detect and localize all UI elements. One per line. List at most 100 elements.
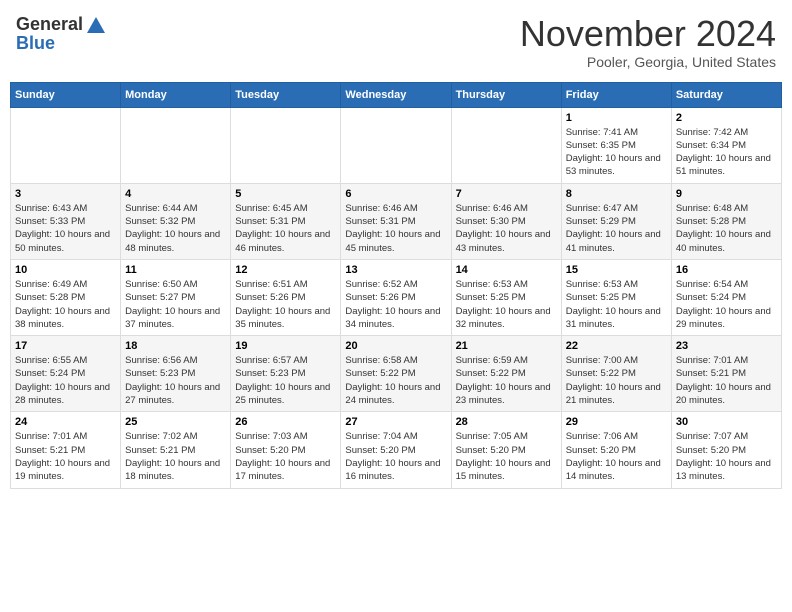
day-number: 2 (676, 112, 777, 124)
logo: General Blue (16, 14, 107, 54)
day-info: Sunrise: 6:54 AM Sunset: 5:24 PM Dayligh… (676, 278, 777, 331)
calendar-day-cell: 15 Sunrise: 6:53 AM Sunset: 5:25 PM Dayli… (561, 259, 671, 335)
calendar-day-cell: 11Sunrise: 6:50 AM Sunset: 5:27 PM Dayli… (121, 259, 231, 335)
day-number: 20 (345, 340, 446, 352)
day-info: Sunrise: 6:47 AM Sunset: 5:29 PM Dayligh… (566, 202, 667, 255)
calendar-day-cell: 17 Sunrise: 6:55 AM Sunset: 5:24 PM Dayli… (11, 336, 121, 412)
day-info: Sunrise: 6:59 AM Sunset: 5:22 PM Dayligh… (456, 354, 557, 407)
day-info: Sunrise: 6:46 AM Sunset: 5:31 PM Dayligh… (345, 202, 446, 255)
day-number: 24 (15, 416, 116, 428)
day-info: Sunrise: 7:41 AM Sunset: 6:35 PM Dayligh… (566, 126, 667, 179)
day-number: 8 (566, 188, 667, 200)
day-number: 6 (345, 188, 446, 200)
calendar-day-cell: 8 Sunrise: 6:47 AM Sunset: 5:29 PM Daylig… (561, 183, 671, 259)
calendar-day-cell: 30 Sunrise: 7:07 AM Sunset: 5:20 PM Dayli… (671, 412, 781, 488)
calendar-day-header: Wednesday (341, 82, 451, 107)
calendar-day-cell: 19Sunrise: 6:57 AM Sunset: 5:23 PM Dayli… (231, 336, 341, 412)
logo-triangle-icon (85, 15, 107, 35)
day-number: 27 (345, 416, 446, 428)
day-number: 9 (676, 188, 777, 200)
logo-blue-text: Blue (16, 33, 55, 54)
calendar-day-cell: 13 Sunrise: 6:52 AM Sunset: 5:26 PM Dayli… (341, 259, 451, 335)
day-info: Sunrise: 6:53 AM Sunset: 5:25 PM Dayligh… (566, 278, 667, 331)
day-info: Sunrise: 6:49 AM Sunset: 5:28 PM Dayligh… (15, 278, 116, 331)
day-number: 17 (15, 340, 116, 352)
calendar-week-row: 10 Sunrise: 6:49 AM Sunset: 5:28 PM Dayli… (11, 259, 782, 335)
day-number: 18 (125, 340, 226, 352)
day-info: Sunrise: 6:46 AM Sunset: 5:30 PM Dayligh… (456, 202, 557, 255)
calendar-day-cell: 27 Sunrise: 7:04 AM Sunset: 5:20 PM Dayli… (341, 412, 451, 488)
calendar-day-cell: 18 Sunrise: 6:56 AM Sunset: 5:23 PM Dayli… (121, 336, 231, 412)
calendar-day-cell (451, 107, 561, 183)
day-number: 10 (15, 264, 116, 276)
day-info: Sunrise: 6:52 AM Sunset: 5:26 PM Dayligh… (345, 278, 446, 331)
calendar-day-cell: 10 Sunrise: 6:49 AM Sunset: 5:28 PM Dayli… (11, 259, 121, 335)
calendar-header-row: SundayMondayTuesdayWednesdayThursdayFrid… (11, 82, 782, 107)
day-number: 25 (125, 416, 226, 428)
day-info: Sunrise: 6:58 AM Sunset: 5:22 PM Dayligh… (345, 354, 446, 407)
day-info: Sunrise: 7:04 AM Sunset: 5:20 PM Dayligh… (345, 430, 446, 483)
day-info: Sunrise: 6:50 AM Sunset: 5:27 PM Dayligh… (125, 278, 226, 331)
calendar-day-cell: 7Sunrise: 6:46 AM Sunset: 5:30 PM Daylig… (451, 183, 561, 259)
calendar-day-cell: 28 Sunrise: 7:05 AM Sunset: 5:20 PM Dayli… (451, 412, 561, 488)
day-info: Sunrise: 7:01 AM Sunset: 5:21 PM Dayligh… (676, 354, 777, 407)
day-info: Sunrise: 6:53 AM Sunset: 5:25 PM Dayligh… (456, 278, 557, 331)
calendar-day-header: Tuesday (231, 82, 341, 107)
day-number: 29 (566, 416, 667, 428)
calendar-day-cell: 9 Sunrise: 6:48 AM Sunset: 5:28 PM Daylig… (671, 183, 781, 259)
day-info: Sunrise: 6:43 AM Sunset: 5:33 PM Dayligh… (15, 202, 116, 255)
calendar-day-cell: 4Sunrise: 6:44 AM Sunset: 5:32 PM Daylig… (121, 183, 231, 259)
day-info: Sunrise: 6:51 AM Sunset: 5:26 PM Dayligh… (235, 278, 336, 331)
calendar-day-cell: 2 Sunrise: 7:42 AM Sunset: 6:34 PM Daylig… (671, 107, 781, 183)
day-info: Sunrise: 6:44 AM Sunset: 5:32 PM Dayligh… (125, 202, 226, 255)
day-info: Sunrise: 7:05 AM Sunset: 5:20 PM Dayligh… (456, 430, 557, 483)
day-number: 21 (456, 340, 557, 352)
calendar-day-cell: 1 Sunrise: 7:41 AM Sunset: 6:35 PM Daylig… (561, 107, 671, 183)
calendar-day-cell: 22Sunrise: 7:00 AM Sunset: 5:22 PM Dayli… (561, 336, 671, 412)
calendar-day-cell: 5 Sunrise: 6:45 AM Sunset: 5:31 PM Daylig… (231, 183, 341, 259)
calendar-day-cell: 23 Sunrise: 7:01 AM Sunset: 5:21 PM Dayli… (671, 336, 781, 412)
calendar-day-cell (231, 107, 341, 183)
calendar-day-cell: 16 Sunrise: 6:54 AM Sunset: 5:24 PM Dayli… (671, 259, 781, 335)
calendar-day-header: Saturday (671, 82, 781, 107)
calendar-day-cell: 3 Sunrise: 6:43 AM Sunset: 5:33 PM Daylig… (11, 183, 121, 259)
day-number: 28 (456, 416, 557, 428)
calendar-day-cell: 21 Sunrise: 6:59 AM Sunset: 5:22 PM Dayli… (451, 336, 561, 412)
day-number: 5 (235, 188, 336, 200)
day-number: 3 (15, 188, 116, 200)
day-info: Sunrise: 7:42 AM Sunset: 6:34 PM Dayligh… (676, 126, 777, 179)
day-number: 22 (566, 340, 667, 352)
calendar-day-cell: 29Sunrise: 7:06 AM Sunset: 5:20 PM Dayli… (561, 412, 671, 488)
calendar-day-header: Friday (561, 82, 671, 107)
day-info: Sunrise: 7:03 AM Sunset: 5:20 PM Dayligh… (235, 430, 336, 483)
logo-general-text: General (16, 14, 83, 35)
calendar-day-cell (11, 107, 121, 183)
day-number: 30 (676, 416, 777, 428)
day-info: Sunrise: 7:07 AM Sunset: 5:20 PM Dayligh… (676, 430, 777, 483)
calendar-week-row: 24Sunrise: 7:01 AM Sunset: 5:21 PM Dayli… (11, 412, 782, 488)
calendar-day-cell: 26 Sunrise: 7:03 AM Sunset: 5:20 PM Dayli… (231, 412, 341, 488)
day-number: 1 (566, 112, 667, 124)
day-number: 16 (676, 264, 777, 276)
calendar-day-cell: 20 Sunrise: 6:58 AM Sunset: 5:22 PM Dayli… (341, 336, 451, 412)
month-title: November 2024 (520, 14, 776, 54)
day-info: Sunrise: 6:55 AM Sunset: 5:24 PM Dayligh… (15, 354, 116, 407)
day-number: 23 (676, 340, 777, 352)
calendar-day-cell: 14Sunrise: 6:53 AM Sunset: 5:25 PM Dayli… (451, 259, 561, 335)
title-block: November 2024 Pooler, Georgia, United St… (520, 14, 776, 70)
calendar-day-cell: 6 Sunrise: 6:46 AM Sunset: 5:31 PM Daylig… (341, 183, 451, 259)
day-number: 13 (345, 264, 446, 276)
day-info: Sunrise: 6:56 AM Sunset: 5:23 PM Dayligh… (125, 354, 226, 407)
day-info: Sunrise: 6:48 AM Sunset: 5:28 PM Dayligh… (676, 202, 777, 255)
calendar-day-header: Monday (121, 82, 231, 107)
day-number: 15 (566, 264, 667, 276)
calendar-day-cell (121, 107, 231, 183)
calendar-day-cell (341, 107, 451, 183)
day-number: 26 (235, 416, 336, 428)
calendar-week-row: 3 Sunrise: 6:43 AM Sunset: 5:33 PM Daylig… (11, 183, 782, 259)
day-info: Sunrise: 6:45 AM Sunset: 5:31 PM Dayligh… (235, 202, 336, 255)
calendar-day-cell: 24Sunrise: 7:01 AM Sunset: 5:21 PM Dayli… (11, 412, 121, 488)
location-subtitle: Pooler, Georgia, United States (520, 54, 776, 70)
calendar-day-header: Sunday (11, 82, 121, 107)
page-header: General Blue November 2024 Pooler, Georg… (10, 10, 782, 74)
